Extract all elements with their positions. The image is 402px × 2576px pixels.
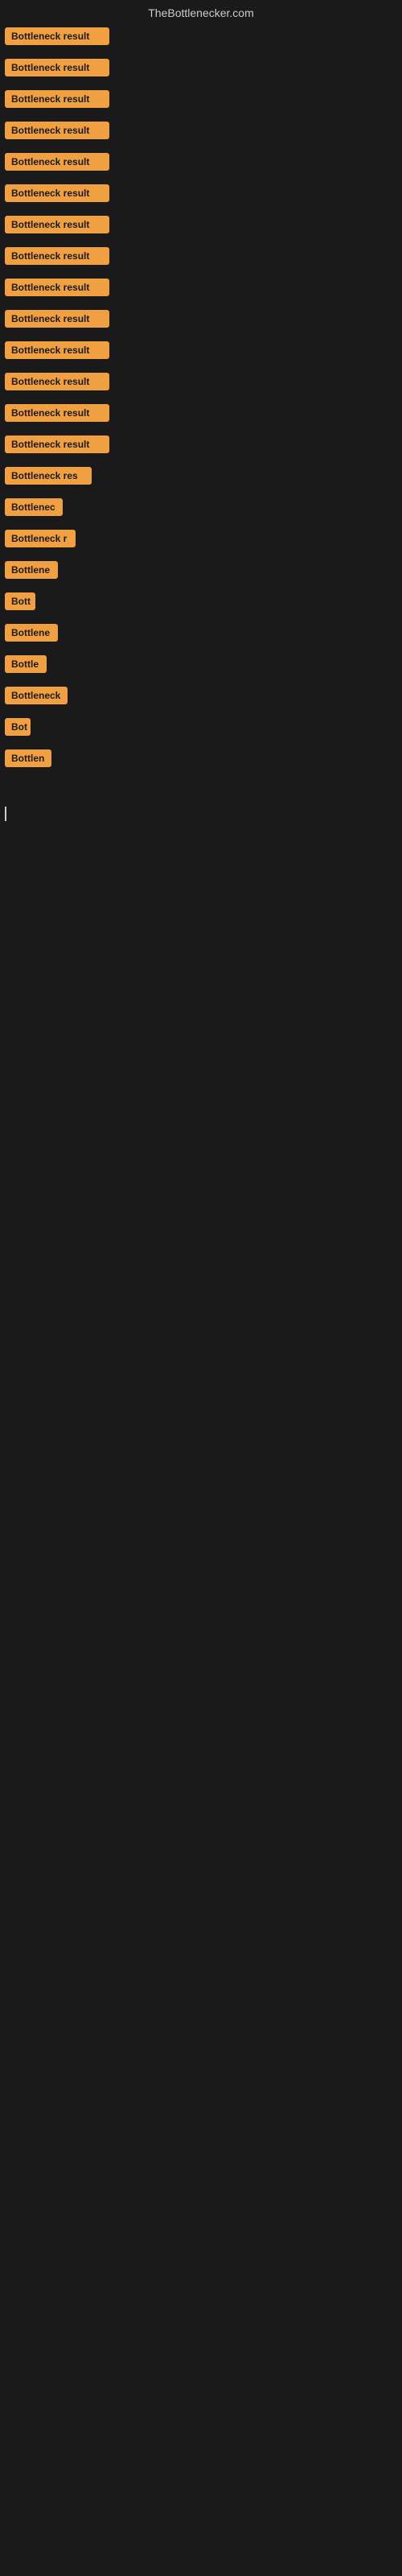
site-title: TheBottlenecker.com: [148, 6, 254, 19]
bottleneck-badge[interactable]: Bottleneck result: [5, 27, 109, 45]
list-item: Bott: [5, 591, 397, 616]
bottleneck-badge[interactable]: Bottlen: [5, 749, 51, 767]
bottleneck-badge[interactable]: Bottleneck result: [5, 341, 109, 359]
list-item: Bottleneck result: [5, 371, 397, 396]
bottleneck-badge[interactable]: Bottleneck result: [5, 122, 109, 139]
bottleneck-badge[interactable]: Bottle: [5, 655, 47, 673]
list-item: Bottleneck result: [5, 246, 397, 270]
list-item: Bottleneck result: [5, 89, 397, 114]
bottleneck-badge[interactable]: Bottleneck result: [5, 436, 109, 453]
list-item: Bottleneck result: [5, 277, 397, 302]
list-item: Bottle: [5, 654, 397, 679]
bottleneck-badge[interactable]: Bottleneck result: [5, 90, 109, 108]
bottleneck-badge[interactable]: Bottleneck: [5, 687, 68, 704]
site-header: TheBottlenecker.com: [0, 0, 402, 23]
bottleneck-badge[interactable]: Bottlene: [5, 624, 58, 642]
list-item: Bottlen: [5, 748, 397, 773]
bottleneck-badge[interactable]: Bottleneck result: [5, 184, 109, 202]
list-item: Bottlene: [5, 559, 397, 584]
list-item: Bottleneck result: [5, 26, 397, 51]
bottleneck-badge[interactable]: Bottleneck result: [5, 404, 109, 422]
bottleneck-badge[interactable]: Bottleneck result: [5, 153, 109, 171]
list-item: Bottleneck: [5, 685, 397, 710]
list-item: Bottlenec: [5, 497, 397, 522]
list-item: Bottleneck result: [5, 214, 397, 239]
bottleneck-badge[interactable]: Bottleneck result: [5, 373, 109, 390]
bottleneck-badge[interactable]: Bottleneck result: [5, 247, 109, 265]
list-item: Bottleneck res: [5, 465, 397, 490]
list-item: Bottleneck result: [5, 308, 397, 333]
list-item: Bottlene: [5, 622, 397, 647]
bottleneck-badge[interactable]: Bottleneck result: [5, 310, 109, 328]
bottleneck-badge[interactable]: Bottleneck res: [5, 467, 92, 485]
list-item: Bottleneck result: [5, 434, 397, 459]
bottleneck-badge[interactable]: Bottlenec: [5, 498, 63, 516]
list-item: Bottleneck r: [5, 528, 397, 553]
bottleneck-badge[interactable]: Bottleneck result: [5, 216, 109, 233]
list-item: Bottleneck result: [5, 151, 397, 176]
list-item: Bottleneck result: [5, 57, 397, 82]
bottleneck-badge[interactable]: Bottleneck r: [5, 530, 76, 547]
bottleneck-badge[interactable]: Bott: [5, 592, 35, 610]
bottleneck-badge[interactable]: Bottleneck result: [5, 279, 109, 296]
list-item: Bottleneck result: [5, 183, 397, 208]
bottleneck-badge[interactable]: Bottleneck result: [5, 59, 109, 76]
list-item: Bottleneck result: [5, 120, 397, 145]
bottleneck-badge[interactable]: Bottlene: [5, 561, 58, 579]
items-container: Bottleneck result Bottleneck result Bottle…: [0, 23, 402, 782]
list-item: Bottleneck result: [5, 340, 397, 365]
list-item: Bottleneck result: [5, 402, 397, 427]
list-item: Bot: [5, 716, 397, 741]
cursor-line: [5, 807, 6, 821]
bottleneck-badge[interactable]: Bot: [5, 718, 31, 736]
